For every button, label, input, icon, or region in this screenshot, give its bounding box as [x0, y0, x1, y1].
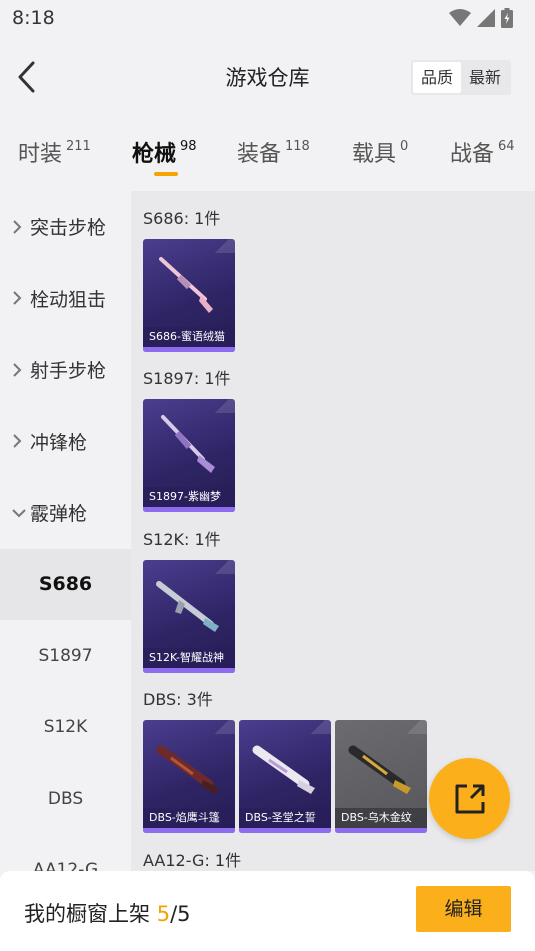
tab-count: 64	[498, 139, 515, 154]
weapon-skin-card[interactable]: S686-蜜语绒猫	[143, 239, 235, 352]
sidebar-category-label: 霰弹枪	[30, 503, 88, 526]
weapon-skin-card[interactable]: S1897-紫幽梦	[143, 399, 235, 512]
sidebar-category-assault-rifle[interactable]: 突击步枪	[0, 191, 131, 263]
sidebar-item-s12k[interactable]: S12K	[0, 692, 131, 764]
shotgun-skin-image	[156, 745, 219, 794]
tab-count: 211	[66, 139, 91, 154]
weapon-skin-card[interactable]: DBS-乌木金纹	[335, 720, 427, 833]
weapon-skin-name: S686-蜜语绒猫	[143, 327, 235, 347]
shotgun-skin-image	[161, 415, 215, 473]
group-title: S12K: 1件	[143, 530, 221, 549]
shotgun-skin-image	[252, 745, 315, 794]
wifi-icon	[449, 9, 471, 26]
sidebar-category-bolt-sniper[interactable]: 栓动狙击	[0, 263, 131, 335]
showcase-total-count: /5	[170, 902, 191, 926]
sidebar-category-label: 射手步枪	[30, 360, 107, 383]
active-tab-indicator	[154, 172, 178, 176]
tab-count: 118	[285, 139, 310, 154]
tab-label: 战备	[450, 142, 495, 167]
weapon-type-sidebar: 突击步枪 栓动狙击 射手步枪 冲锋枪 霰弹枪 S686 S1897 S12K D…	[0, 191, 131, 871]
status-icons	[449, 8, 513, 28]
signal-icon	[477, 9, 495, 27]
edit-button[interactable]: 编辑	[416, 886, 511, 932]
tab-label: 载具	[352, 142, 397, 167]
chevron-right-icon	[12, 291, 30, 305]
sidebar-item-aa12g[interactable]: AA12-G	[0, 835, 131, 871]
weapon-skin-name: DBS-焰鹰斗篷	[143, 808, 235, 828]
weapon-skin-name: S1897-紫幽梦	[143, 487, 235, 507]
group-title: S686: 1件	[143, 209, 221, 228]
weapon-skin-name: DBS-乌木金纹	[335, 808, 427, 828]
weapon-skin-card[interactable]: DBS-圣堂之誓	[239, 720, 331, 833]
tab-firearms[interactable]: 枪械 98	[132, 136, 197, 176]
rarity-strip	[143, 507, 235, 512]
sidebar-item-s1897[interactable]: S1897	[0, 620, 131, 692]
sort-toggle: 品质 最新	[410, 60, 511, 95]
sort-newest-button[interactable]: 最新	[461, 62, 509, 93]
tab-supplies[interactable]: 战备 64	[450, 136, 515, 168]
sidebar-category-marksman-rifle[interactable]: 射手步枪	[0, 334, 131, 406]
showcase-footer: 我的橱窗上架 5/5 编辑	[0, 871, 535, 951]
showcase-label: 我的橱窗上架	[24, 902, 157, 926]
share-button[interactable]	[429, 758, 510, 839]
sidebar-category-label: 冲锋枪	[30, 431, 88, 454]
chevron-down-icon	[12, 508, 30, 518]
weapon-skin-card[interactable]: DBS-焰鹰斗篷	[143, 720, 235, 833]
shotgun-skin-image	[159, 257, 213, 313]
shotgun-skin-image	[156, 581, 219, 632]
sidebar-category-label: 突击步枪	[30, 217, 107, 240]
tab-fashion[interactable]: 时装 211	[18, 136, 91, 168]
tab-label: 枪械	[132, 142, 177, 167]
rarity-strip	[143, 668, 235, 673]
sidebar-item-dbs[interactable]: DBS	[0, 763, 131, 835]
sidebar-item-s686[interactable]: S686	[0, 548, 131, 620]
weapon-skin-card[interactable]: S12K-智耀战神	[143, 560, 235, 673]
battery-icon	[501, 8, 513, 28]
rarity-strip	[335, 828, 427, 833]
tab-count: 0	[400, 139, 409, 154]
sidebar-category-shotgun[interactable]: 霰弹枪	[0, 477, 131, 549]
tab-equipment[interactable]: 装备 118	[237, 136, 310, 168]
category-tabs: 时装 211 枪械 98 装备 118 载具 0 战备 64	[0, 130, 535, 186]
tab-label: 装备	[237, 142, 282, 167]
chevron-right-icon	[12, 434, 30, 448]
share-icon	[455, 784, 484, 813]
showcase-status: 我的橱窗上架 5/5	[24, 898, 191, 928]
sidebar-category-smg[interactable]: 冲锋枪	[0, 406, 131, 478]
chevron-right-icon	[12, 363, 30, 377]
sort-quality-button[interactable]: 品质	[412, 62, 461, 93]
tab-count: 98	[180, 139, 197, 154]
rarity-strip	[143, 347, 235, 352]
group-title: S1897: 1件	[143, 369, 231, 388]
shotgun-skin-image	[348, 745, 411, 794]
rarity-strip	[239, 828, 331, 833]
sidebar-category-label: 栓动狙击	[30, 288, 107, 311]
status-bar: 8:18	[0, 0, 535, 36]
rarity-strip	[143, 828, 235, 833]
group-title: DBS: 3件	[143, 690, 213, 709]
tab-vehicles[interactable]: 载具 0	[352, 136, 408, 168]
chevron-right-icon	[12, 220, 30, 234]
weapon-skin-name: DBS-圣堂之誓	[239, 808, 331, 828]
showcase-current-count: 5	[156, 902, 171, 926]
status-time: 8:18	[12, 7, 55, 29]
group-title: AA12-G: 1件	[143, 851, 242, 870]
tab-label: 时装	[18, 142, 63, 167]
weapon-skin-name: S12K-智耀战神	[143, 648, 235, 668]
header: 游戏仓库 品质 最新	[0, 44, 535, 110]
